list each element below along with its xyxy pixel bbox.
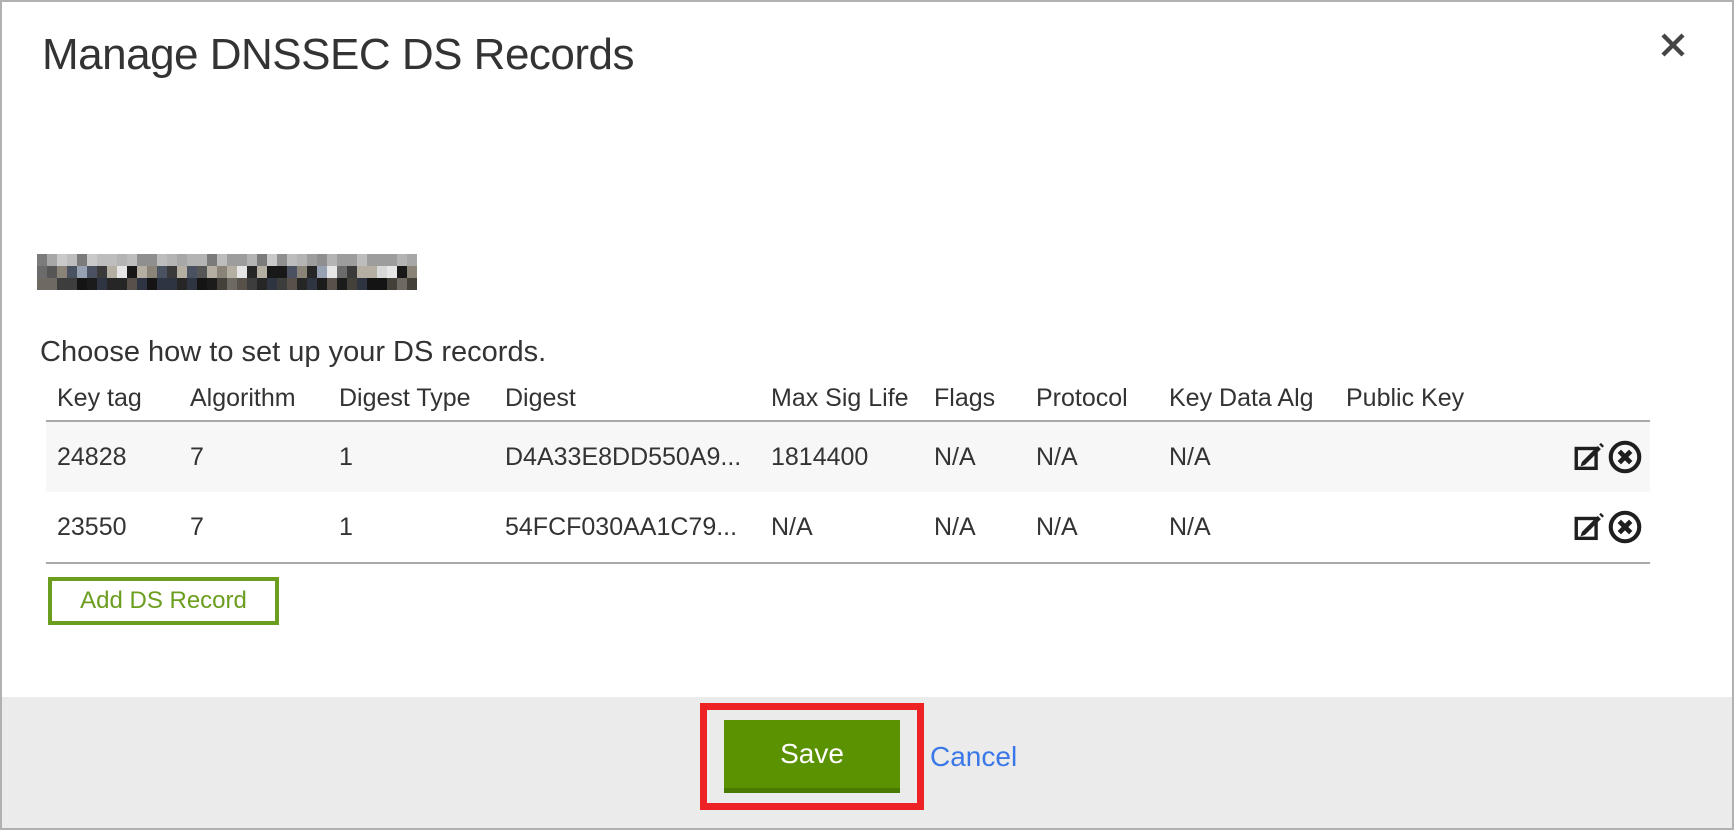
page-title: Manage DNSSEC DS Records (42, 30, 634, 80)
save-button-red-highlight: Save (700, 703, 924, 810)
domain-name-redacted (37, 254, 417, 290)
close-icon[interactable] (1656, 28, 1690, 62)
table-row: 24828 7 1 D4A33E8DD550A9... 1814400 N/A … (46, 422, 1650, 492)
ds-records-table: Key tag Algorithm Digest Type Digest Max… (46, 376, 1650, 564)
cell-key-tag: 23550 (46, 513, 179, 542)
column-header-key-data-alg: Key Data Alg (1158, 384, 1335, 413)
column-header-digest-type: Digest Type (328, 384, 494, 413)
cell-digest: D4A33E8DD550A9... (494, 443, 760, 472)
column-header-protocol: Protocol (1025, 384, 1158, 413)
cell-flags: N/A (923, 513, 1025, 542)
delete-record-icon[interactable] (1606, 438, 1644, 476)
edit-record-icon[interactable] (1572, 440, 1606, 474)
edit-record-icon[interactable] (1572, 510, 1606, 544)
column-header-algorithm: Algorithm (179, 384, 328, 413)
cell-key-data-alg: N/A (1158, 513, 1335, 542)
instruction-text: Choose how to set up your DS records. (40, 336, 546, 369)
save-button[interactable]: Save (724, 720, 900, 793)
column-header-digest: Digest (494, 384, 760, 413)
cell-key-data-alg: N/A (1158, 443, 1335, 472)
cell-algorithm: 7 (179, 513, 328, 542)
add-ds-record-label: Add DS Record (80, 587, 247, 615)
cell-flags: N/A (923, 443, 1025, 472)
table-row: 23550 7 1 54FCF030AA1C79... N/A N/A N/A … (46, 492, 1650, 562)
cell-algorithm: 7 (179, 443, 328, 472)
table-body: 24828 7 1 D4A33E8DD550A9... 1814400 N/A … (46, 420, 1650, 564)
cell-key-tag: 24828 (46, 443, 179, 472)
delete-record-icon[interactable] (1606, 508, 1644, 546)
column-header-flags: Flags (923, 384, 1025, 413)
column-header-key-tag: Key tag (46, 384, 179, 413)
column-header-max-sig-life: Max Sig Life (760, 384, 923, 413)
cell-max-sig-life: N/A (760, 513, 923, 542)
cell-protocol: N/A (1025, 513, 1158, 542)
modal-footer: Save Cancel (2, 697, 1732, 828)
cell-protocol: N/A (1025, 443, 1158, 472)
cell-max-sig-life: 1814400 (760, 443, 923, 472)
manage-dnssec-ds-records-modal: Manage DNSSEC DS Records Choose how to s… (0, 0, 1734, 830)
cell-digest: 54FCF030AA1C79... (494, 513, 760, 542)
cancel-link[interactable]: Cancel (930, 741, 1017, 773)
table-header-row: Key tag Algorithm Digest Type Digest Max… (46, 376, 1650, 420)
column-header-public-key: Public Key (1335, 384, 1556, 413)
cell-digest-type: 1 (328, 443, 494, 472)
save-button-label: Save (780, 738, 844, 770)
add-ds-record-button[interactable]: Add DS Record (48, 577, 279, 625)
cell-digest-type: 1 (328, 513, 494, 542)
